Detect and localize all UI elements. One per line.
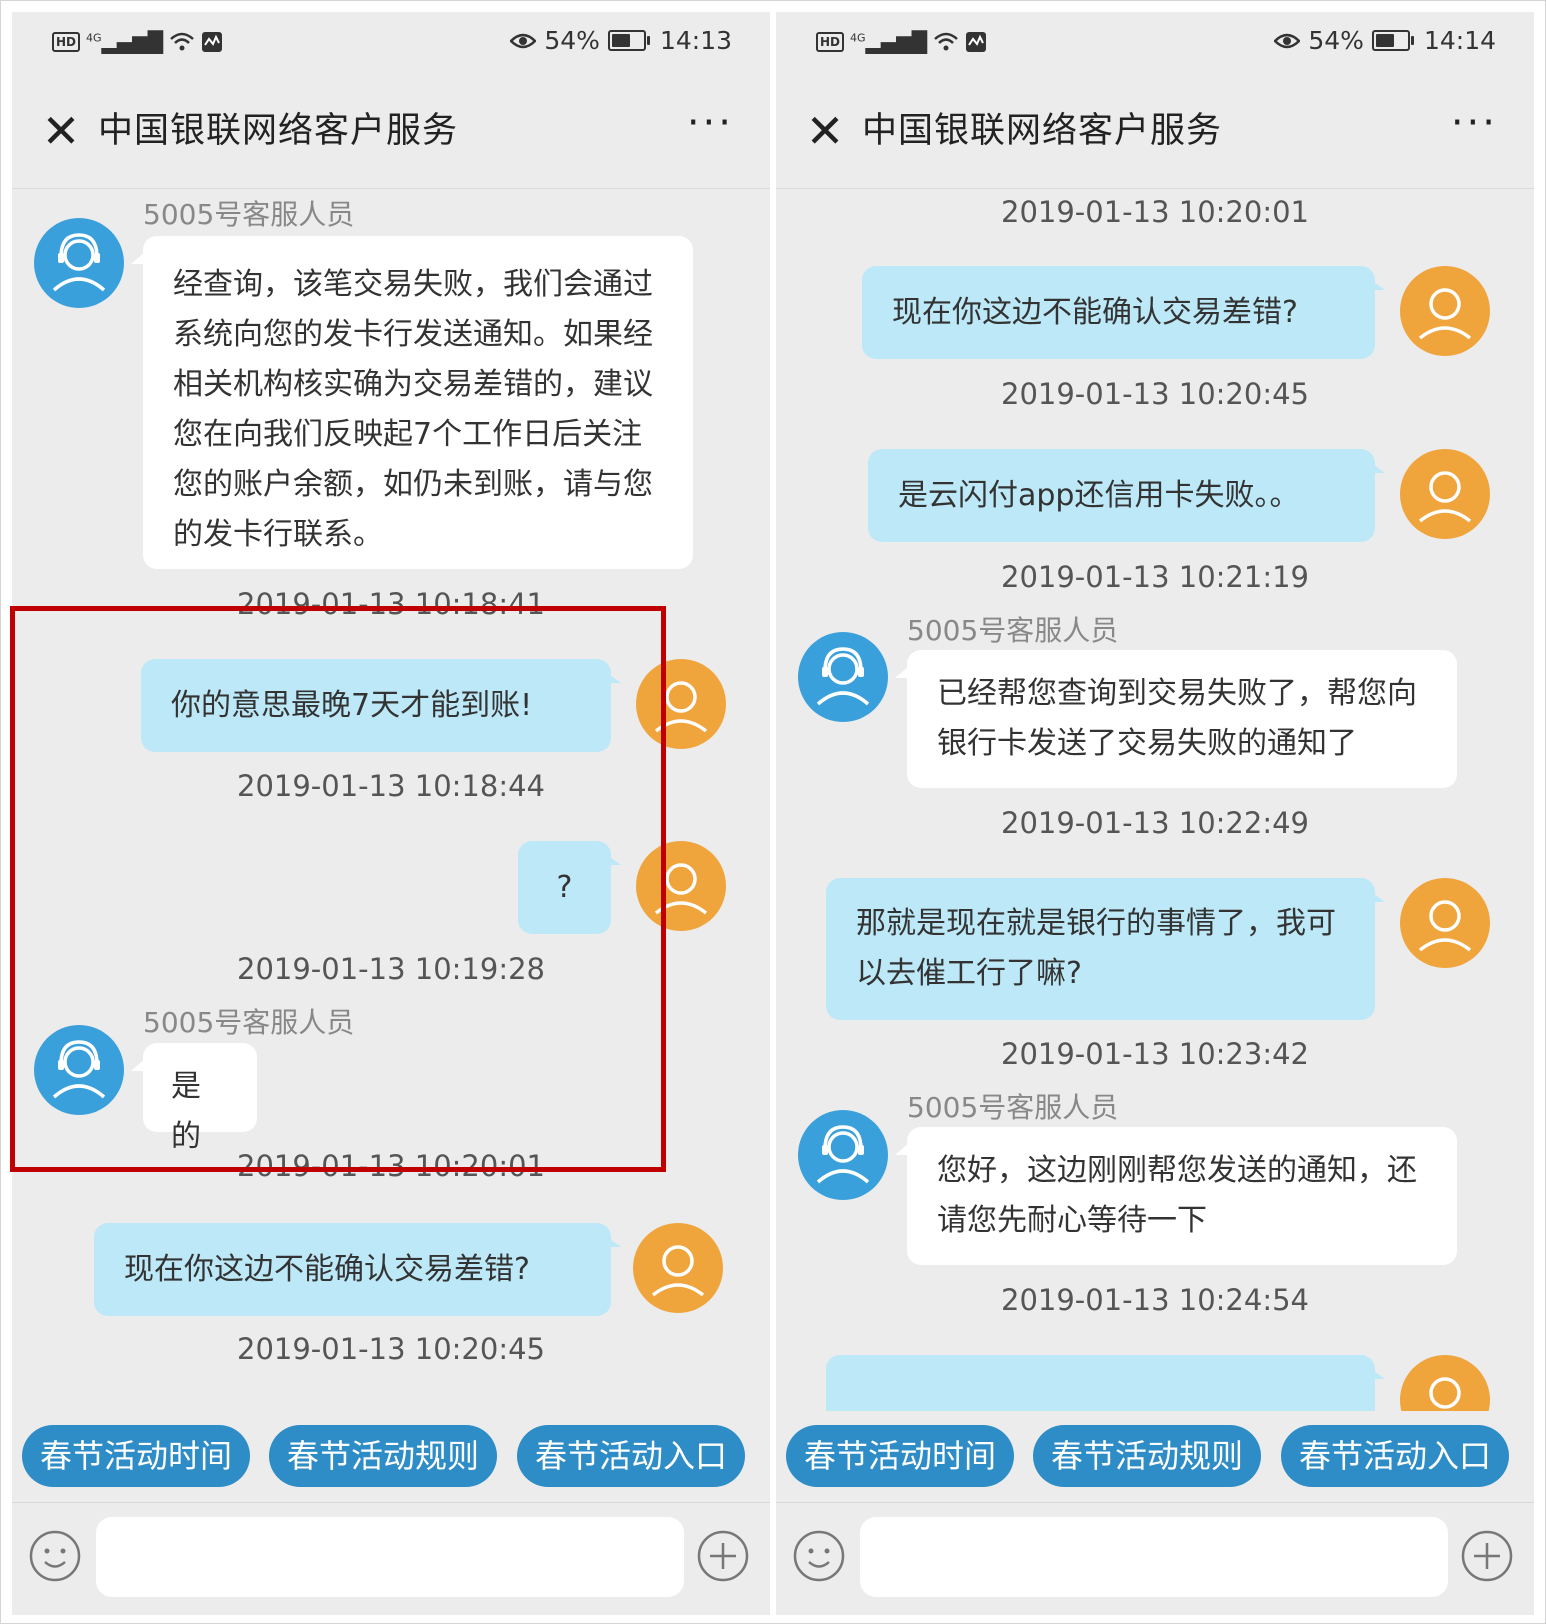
agent-name-label: 5005号客服人员 bbox=[907, 1091, 1119, 1124]
message-timestamp: 2019-01-13 10:21:19 bbox=[1001, 560, 1309, 594]
chat-area[interactable]: 2019-01-13 10:20:01 现在你这边不能确认交易差错? 2019-… bbox=[776, 189, 1534, 1411]
input-bar bbox=[12, 1502, 770, 1615]
user-message: 现在你这边不能确认交易差错? bbox=[94, 1223, 621, 1316]
quick-reply-button[interactable]: 春节活动规则 bbox=[1033, 1425, 1262, 1487]
message-timestamp: 2019-01-13 10:24:54 bbox=[1001, 1283, 1309, 1317]
eye-comfort-icon bbox=[510, 33, 537, 48]
close-icon[interactable]: ✕ bbox=[36, 106, 86, 156]
agent-message: 经查询，该笔交易失败，我们会通过系统向您的发卡行发送通知。如果经相关机构核实确为… bbox=[131, 236, 693, 569]
wifi-icon bbox=[934, 32, 958, 51]
clock: 14:13 bbox=[659, 26, 732, 55]
message-input[interactable] bbox=[96, 1517, 684, 1597]
battery-icon bbox=[607, 30, 650, 51]
user-message: 现在你这边不能确认交易差错? bbox=[862, 266, 1385, 359]
agent-avatar bbox=[34, 218, 124, 308]
user-message: 是云闪付app还信用卡失败。。 bbox=[868, 449, 1385, 542]
plus-icon[interactable] bbox=[696, 1529, 750, 1583]
user-person-icon bbox=[633, 1223, 723, 1313]
title-bar: ✕ 中国银联网络客户服务 ··· bbox=[776, 76, 1534, 189]
user-message bbox=[826, 1355, 1385, 1411]
message-timestamp: 2019-01-13 10:22:49 bbox=[1001, 806, 1309, 840]
page-title: 中国银联网络客户服务 bbox=[862, 111, 1223, 151]
quick-reply-button[interactable]: 春节活动规则 bbox=[269, 1425, 498, 1487]
activity-icon bbox=[966, 32, 987, 52]
input-bar bbox=[776, 1502, 1534, 1615]
quick-reply-bar: 春节活动时间 春节活动规则 春节活动入口 bbox=[12, 1411, 770, 1499]
emoji-icon[interactable] bbox=[28, 1529, 82, 1583]
message-timestamp: 2019-01-13 10:20:01 bbox=[1001, 195, 1309, 229]
agent-name-label: 5005号客服人员 bbox=[143, 198, 355, 231]
headset-agent-icon bbox=[34, 218, 124, 308]
plus-icon[interactable] bbox=[1460, 1529, 1514, 1583]
headset-agent-icon bbox=[798, 1110, 888, 1200]
status-bar: HD 4G▂▄▆█ 54% 14:14 bbox=[776, 12, 1534, 76]
status-icons-left: HD 4G▂▄▆█ bbox=[52, 30, 223, 54]
emoji-icon[interactable] bbox=[792, 1529, 846, 1583]
clock: 14:14 bbox=[1423, 26, 1496, 55]
user-avatar bbox=[1400, 449, 1490, 539]
agent-avatar bbox=[798, 1110, 888, 1200]
quick-reply-button[interactable]: 春节活动时间 bbox=[786, 1425, 1015, 1487]
message-input[interactable] bbox=[860, 1517, 1448, 1597]
user-avatar bbox=[1400, 266, 1490, 356]
battery-percent: 54% bbox=[544, 26, 600, 55]
red-highlight-box bbox=[10, 606, 666, 1172]
quick-reply-button[interactable]: 春节活动时间 bbox=[22, 1425, 251, 1487]
status-icons-right: 54% 14:14 bbox=[1274, 26, 1496, 55]
headset-agent-icon bbox=[798, 632, 888, 722]
quick-reply-button[interactable]: 春节活动入口 bbox=[1281, 1425, 1510, 1487]
activity-icon bbox=[202, 32, 223, 52]
user-person-icon bbox=[1400, 266, 1490, 356]
message-timestamp: 2019-01-13 10:20:45 bbox=[1001, 377, 1309, 411]
agent-name-label: 5005号客服人员 bbox=[907, 614, 1119, 647]
page-title: 中国银联网络客户服务 bbox=[98, 111, 459, 151]
user-person-icon bbox=[1400, 449, 1490, 539]
right-phone-screen: HD 4G▂▄▆█ 54% 14:14 ✕ 中国银联网络客户服务 ··· 201… bbox=[776, 12, 1534, 1615]
agent-message: 您好，这边刚刚帮您发送的通知，还请您先耐心等待一下 bbox=[895, 1127, 1457, 1265]
agent-message: 已经帮您查询到交易失败了，帮您向银行卡发送了交易失败的通知了 bbox=[895, 650, 1457, 788]
user-avatar bbox=[1400, 1355, 1490, 1411]
close-icon[interactable]: ✕ bbox=[800, 106, 850, 156]
battery-icon bbox=[1371, 30, 1414, 51]
agent-avatar bbox=[798, 632, 888, 722]
hd-icon: HD bbox=[52, 32, 81, 52]
status-icons-right: 54% 14:13 bbox=[510, 26, 732, 55]
user-avatar bbox=[1400, 878, 1490, 968]
user-message: 那就是现在就是银行的事情了，我可以去催工行了嘛? bbox=[826, 878, 1385, 1020]
status-bar: HD 4G▂▄▆█ 54% 14:13 bbox=[12, 12, 770, 76]
user-person-icon bbox=[1400, 878, 1490, 968]
signal-icon: 4G▂▄▆█ bbox=[850, 30, 928, 54]
eye-comfort-icon bbox=[1274, 33, 1301, 48]
wifi-icon bbox=[170, 32, 194, 51]
message-timestamp: 2019-01-13 10:20:45 bbox=[237, 1332, 545, 1366]
more-options-icon[interactable]: ··· bbox=[1451, 100, 1498, 146]
message-timestamp: 2019-01-13 10:23:42 bbox=[1001, 1037, 1309, 1071]
quick-reply-bar: 春节活动时间 春节活动规则 春节活动入口 bbox=[776, 1411, 1534, 1499]
quick-reply-button[interactable]: 春节活动入口 bbox=[517, 1425, 746, 1487]
signal-icon: 4G▂▄▆█ bbox=[86, 30, 164, 54]
battery-percent: 54% bbox=[1308, 26, 1364, 55]
status-icons-left: HD 4G▂▄▆█ bbox=[816, 30, 987, 54]
more-options-icon[interactable]: ··· bbox=[687, 100, 734, 146]
user-person-icon bbox=[1400, 1355, 1490, 1411]
title-bar: ✕ 中国银联网络客户服务 ··· bbox=[12, 76, 770, 189]
hd-icon: HD bbox=[816, 32, 845, 52]
user-avatar bbox=[633, 1223, 723, 1313]
